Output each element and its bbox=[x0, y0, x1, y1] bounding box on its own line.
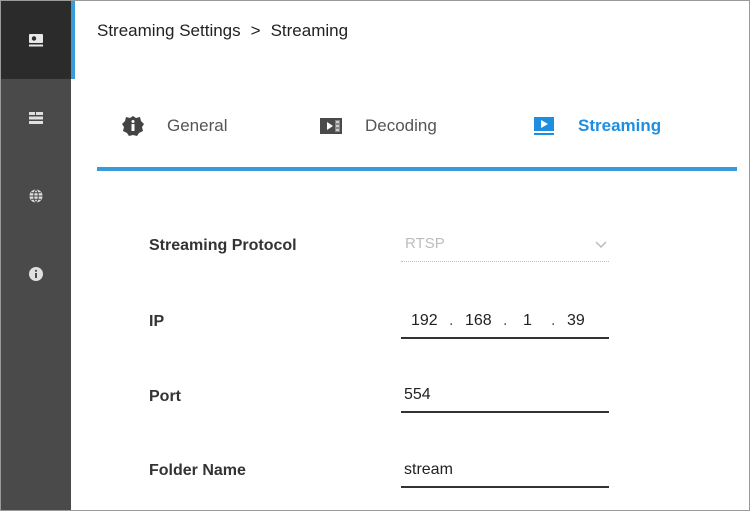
tab-streaming-label: Streaming bbox=[578, 116, 662, 135]
breadcrumb: Streaming Settings > Streaming bbox=[97, 21, 348, 41]
sidebar-item-network[interactable] bbox=[1, 79, 71, 157]
ip-dot: . bbox=[503, 312, 508, 329]
network-panel-icon bbox=[29, 112, 43, 124]
sidebar bbox=[1, 1, 75, 510]
breadcrumb-separator: > bbox=[250, 21, 261, 40]
ip-dot: . bbox=[551, 312, 556, 329]
streaming-protocol-value: RTSP bbox=[405, 235, 445, 252]
chevron-down-icon bbox=[595, 241, 607, 249]
sidebar-item-streaming[interactable] bbox=[1, 1, 75, 79]
settings-window: Streaming Settings > Streaming General D… bbox=[0, 0, 750, 511]
ip-dot: . bbox=[449, 312, 454, 329]
ip-octet-1[interactable]: 192 bbox=[411, 312, 438, 330]
tab-general[interactable]: General bbox=[121, 115, 227, 137]
tab-streaming[interactable]: Streaming bbox=[532, 115, 661, 137]
ip-octet-3[interactable]: 1 bbox=[523, 312, 532, 330]
ip-octet-2[interactable]: 168 bbox=[465, 312, 492, 330]
play-monitor-icon bbox=[534, 117, 554, 135]
tab-bar: General Decoding Streaming bbox=[97, 101, 737, 171]
streaming-protocol-label: Streaming Protocol bbox=[149, 237, 297, 254]
folder-name-label: Folder Name bbox=[149, 462, 246, 479]
port-value: 554 bbox=[404, 386, 431, 403]
tab-decoding-label: Decoding bbox=[365, 116, 437, 135]
sidebar-item-info[interactable] bbox=[1, 235, 71, 313]
tab-decoding[interactable]: Decoding bbox=[319, 115, 437, 137]
port-label: Port bbox=[149, 388, 181, 405]
streaming-protocol-select[interactable]: RTSP bbox=[401, 231, 609, 262]
folder-name-value: stream bbox=[404, 461, 453, 478]
port-input[interactable]: 554 bbox=[401, 381, 609, 413]
sidebar-item-web[interactable] bbox=[1, 157, 71, 235]
ip-address-field[interactable]: 192 . 168 . 1 . 39 bbox=[401, 307, 609, 339]
ip-octet-4[interactable]: 39 bbox=[567, 312, 585, 330]
ip-label: IP bbox=[149, 313, 165, 330]
tab-general-label: General bbox=[167, 116, 228, 135]
info-icon bbox=[29, 267, 43, 281]
breadcrumb-parent[interactable]: Streaming Settings bbox=[97, 21, 241, 40]
streaming-display-icon bbox=[29, 34, 43, 47]
info-shield-icon bbox=[122, 116, 144, 136]
main-panel: Streaming Settings > Streaming General D… bbox=[75, 1, 749, 510]
video-film-icon bbox=[320, 118, 342, 134]
globe-icon bbox=[29, 189, 43, 203]
folder-name-input[interactable]: stream bbox=[401, 456, 609, 488]
breadcrumb-current: Streaming bbox=[270, 21, 349, 40]
